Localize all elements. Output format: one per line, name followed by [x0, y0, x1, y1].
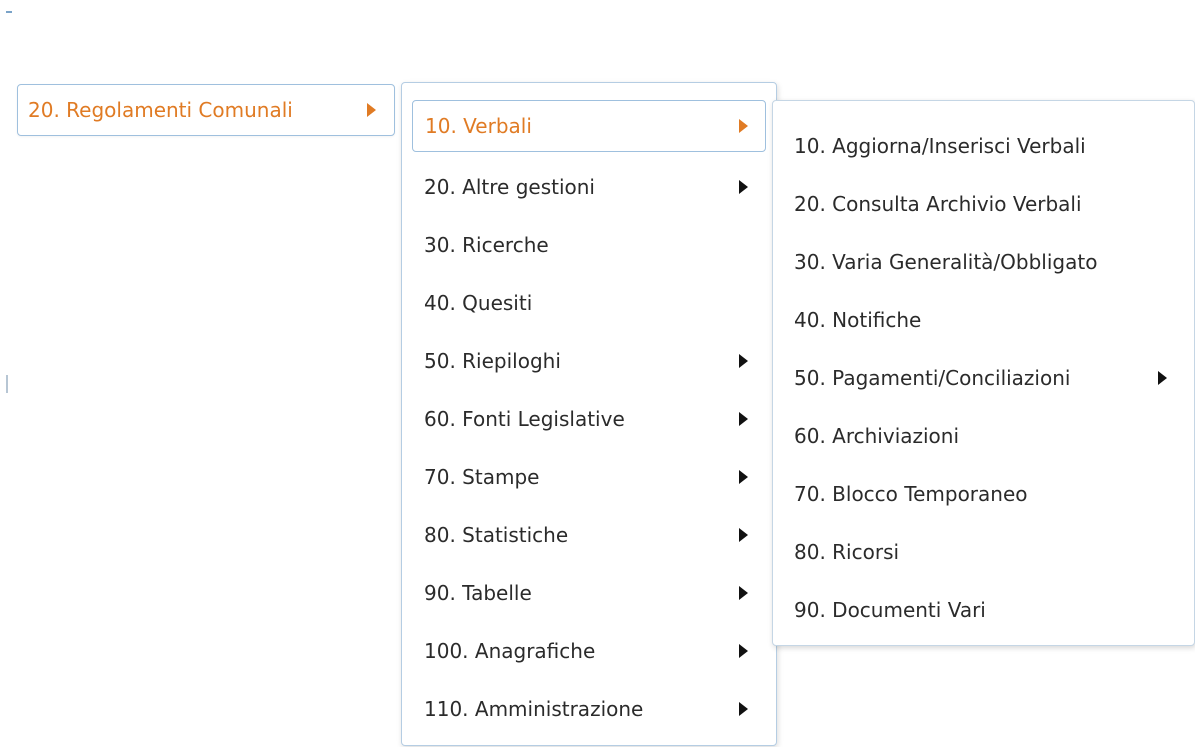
- submenu-item-quesiti[interactable]: 40. Quesiti: [412, 274, 766, 332]
- submenu-item-consulta-archivio-verbali[interactable]: 20. Consulta Archivio Verbali: [773, 175, 1194, 233]
- chevron-right-icon: [739, 702, 748, 716]
- chevron-right-icon: [739, 354, 748, 368]
- submenu-item-notifiche[interactable]: 40. Notifiche: [773, 291, 1194, 349]
- submenu-item-label: 90. Documenti Vari: [794, 598, 986, 622]
- submenu-item-statistiche[interactable]: 80. Statistiche: [412, 506, 766, 564]
- submenu-item-label: 60. Archiviazioni: [794, 424, 960, 448]
- menu-stage: 20. Regolamenti Comunali 10. Verbali 20.…: [0, 0, 1195, 747]
- submenu-item-verbali[interactable]: 10. Verbali: [412, 100, 766, 152]
- submenu-item-ricorsi[interactable]: 80. Ricorsi: [773, 523, 1194, 581]
- submenu-item-label: 90. Tabelle: [424, 581, 532, 605]
- chevron-right-icon: [367, 103, 376, 117]
- edge-mark: [6, 11, 12, 13]
- submenu-item-label: 70. Blocco Temporaneo: [794, 482, 1028, 506]
- chevron-right-icon: [739, 119, 748, 133]
- submenu-item-label: 10. Aggiorna/Inserisci Verbali: [794, 134, 1086, 158]
- submenu-item-label: 70. Stampe: [424, 465, 540, 489]
- submenu-item-label: 80. Statistiche: [424, 523, 569, 547]
- submenu-item-ricerche[interactable]: 30. Ricerche: [412, 216, 766, 274]
- submenu-item-pagamenti-conciliazioni[interactable]: 50. Pagamenti/Conciliazioni: [773, 349, 1194, 407]
- submenu-item-tabelle[interactable]: 90. Tabelle: [412, 564, 766, 622]
- submenu-item-label: 80. Ricorsi: [794, 540, 900, 564]
- chevron-right-icon: [739, 528, 748, 542]
- chevron-right-icon: [739, 644, 748, 658]
- submenu-item-label: 110. Amministrazione: [424, 697, 644, 721]
- chevron-right-icon: [1158, 371, 1167, 385]
- submenu-item-label: 30. Varia Generalità/Obbligato: [794, 250, 1098, 274]
- submenu-item-blocco-temporaneo[interactable]: 70. Blocco Temporaneo: [773, 465, 1194, 523]
- submenu-item-label: 20. Consulta Archivio Verbali: [794, 192, 1082, 216]
- submenu-item-label: 40. Quesiti: [424, 291, 533, 315]
- menu-item-regolamenti-comunali[interactable]: 20. Regolamenti Comunali: [17, 84, 395, 136]
- submenu-item-documenti-vari[interactable]: 90. Documenti Vari: [773, 581, 1194, 639]
- submenu-item-amministrazione[interactable]: 110. Amministrazione: [412, 680, 766, 738]
- submenu-item-archiviazioni[interactable]: 60. Archiviazioni: [773, 407, 1194, 465]
- chevron-right-icon: [739, 180, 748, 194]
- submenu-item-aggiorna-inserisci-verbali[interactable]: 10. Aggiorna/Inserisci Verbali: [773, 117, 1194, 175]
- submenu-item-label: 50. Riepiloghi: [424, 349, 561, 373]
- submenu-item-label: 30. Ricerche: [424, 233, 549, 257]
- submenu-item-label: 20. Altre gestioni: [424, 175, 595, 199]
- submenu-item-anagrafiche[interactable]: 100. Anagrafiche: [412, 622, 766, 680]
- edge-divider: [6, 375, 8, 393]
- submenu-item-fonti-legislative[interactable]: 60. Fonti Legislative: [412, 390, 766, 448]
- menu-item-label: 20. Regolamenti Comunali: [28, 98, 293, 122]
- chevron-right-icon: [739, 412, 748, 426]
- submenu-item-label: 40. Notifiche: [794, 308, 922, 332]
- submenu-item-varia-generalita-obbligato[interactable]: 30. Varia Generalità/Obbligato: [773, 233, 1194, 291]
- chevron-right-icon: [739, 470, 748, 484]
- chevron-right-icon: [739, 586, 748, 600]
- submenu-item-riepiloghi[interactable]: 50. Riepiloghi: [412, 332, 766, 390]
- submenu-item-stampe[interactable]: 70. Stampe: [412, 448, 766, 506]
- submenu-item-label: 100. Anagrafiche: [424, 639, 596, 663]
- submenu-item-label: 50. Pagamenti/Conciliazioni: [794, 366, 1071, 390]
- submenu-item-label: 60. Fonti Legislative: [424, 407, 625, 431]
- submenu-item-altre-gestioni[interactable]: 20. Altre gestioni: [412, 158, 766, 216]
- submenu-verbali: 10. Aggiorna/Inserisci Verbali 20. Consu…: [772, 100, 1195, 646]
- submenu-regolamenti: 10. Verbali 20. Altre gestioni 30. Ricer…: [401, 82, 777, 746]
- submenu-item-label: 10. Verbali: [425, 114, 532, 138]
